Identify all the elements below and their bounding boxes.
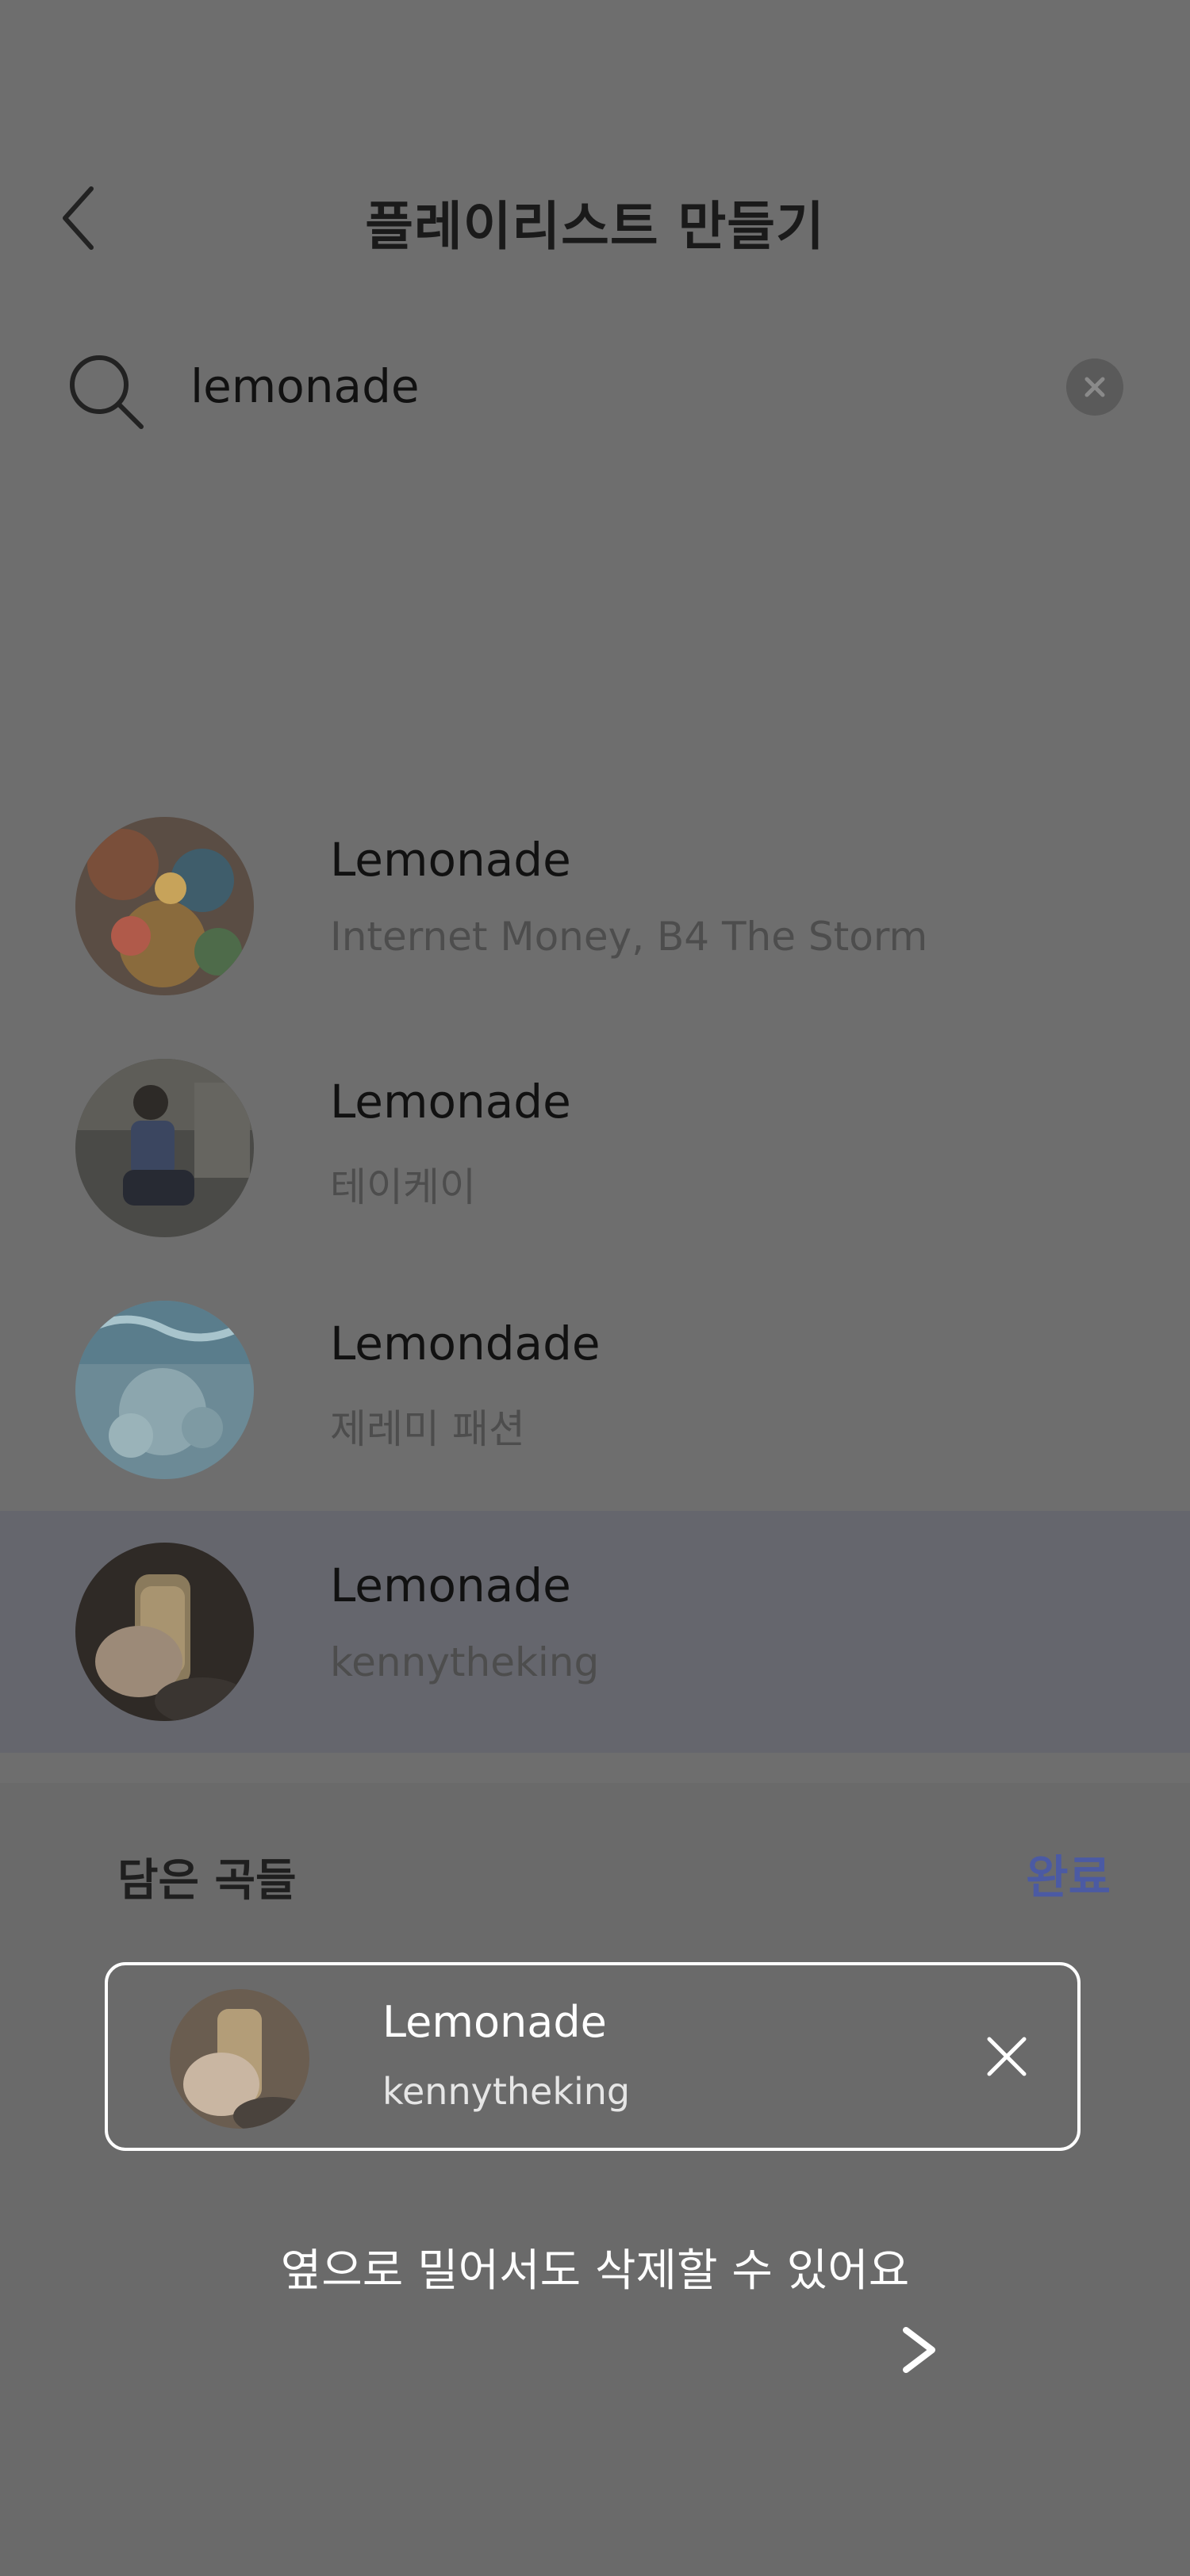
track-title: Lemonade [330,1075,571,1129]
search-input[interactable] [190,351,1031,422]
album-art [75,1059,254,1237]
sheet-title: 담은 곡들 [117,1855,297,1907]
search-icon [70,355,144,429]
result-row[interactable]: Lemondade 제레미 패션 [0,1269,1190,1511]
header: 플레이리스트 만들기 [0,151,1190,286]
playlist-create-page: 플레이리스트 만들기 lemonade Lemonade Internet Mo… [0,0,1190,1783]
track-artist: Internet Money, B4 The Storm [330,914,928,960]
track-artist: kennytheking [330,1639,600,1685]
search-bar [0,317,1190,460]
picked-song-card[interactable]: Lemonade kennytheking [105,1962,1081,2151]
track-artist: 테이케이 [330,1164,476,1210]
selected-songs-sheet: 담은 곡들 완료 Lemonade kennytheking 옆으로 밀어서도 … [0,1783,1190,2576]
album-art [75,817,254,995]
result-row[interactable]: Lemonade 테이케이 [0,1027,1190,1269]
clear-search-button[interactable] [1066,358,1123,416]
album-art [75,1543,254,1721]
close-icon [987,2037,1027,2076]
search-icon-button[interactable] [63,349,151,436]
album-art [170,1989,309,2129]
clear-circle-icon [1084,377,1105,397]
result-row-selected[interactable]: Lemonade kennytheking [0,1511,1190,1753]
remove-song-button[interactable] [971,2021,1042,2092]
picked-track-title: Lemonade [382,1997,607,2047]
track-title: Lemondade [330,1317,601,1370]
swipe-hint-text: 옆으로 밀어서도 삭제할 수 있어요 [280,2245,910,2297]
track-artist: 제레미 패션 [330,1406,525,1452]
search-results: Lemonade Internet Money, B4 The Storm Le… [0,785,1190,1753]
track-title: Lemonade [330,833,571,887]
result-row[interactable]: Lemonade Internet Money, B4 The Storm [0,785,1190,1027]
album-art [75,1301,254,1479]
page-title: 플레이리스트 만들기 [365,196,825,257]
done-button[interactable]: 완료 [1026,1840,1111,1907]
picked-track-artist: kennytheking [382,2070,631,2113]
arrow-right-icon [262,2327,935,2373]
track-title: Lemonade [330,1558,571,1612]
